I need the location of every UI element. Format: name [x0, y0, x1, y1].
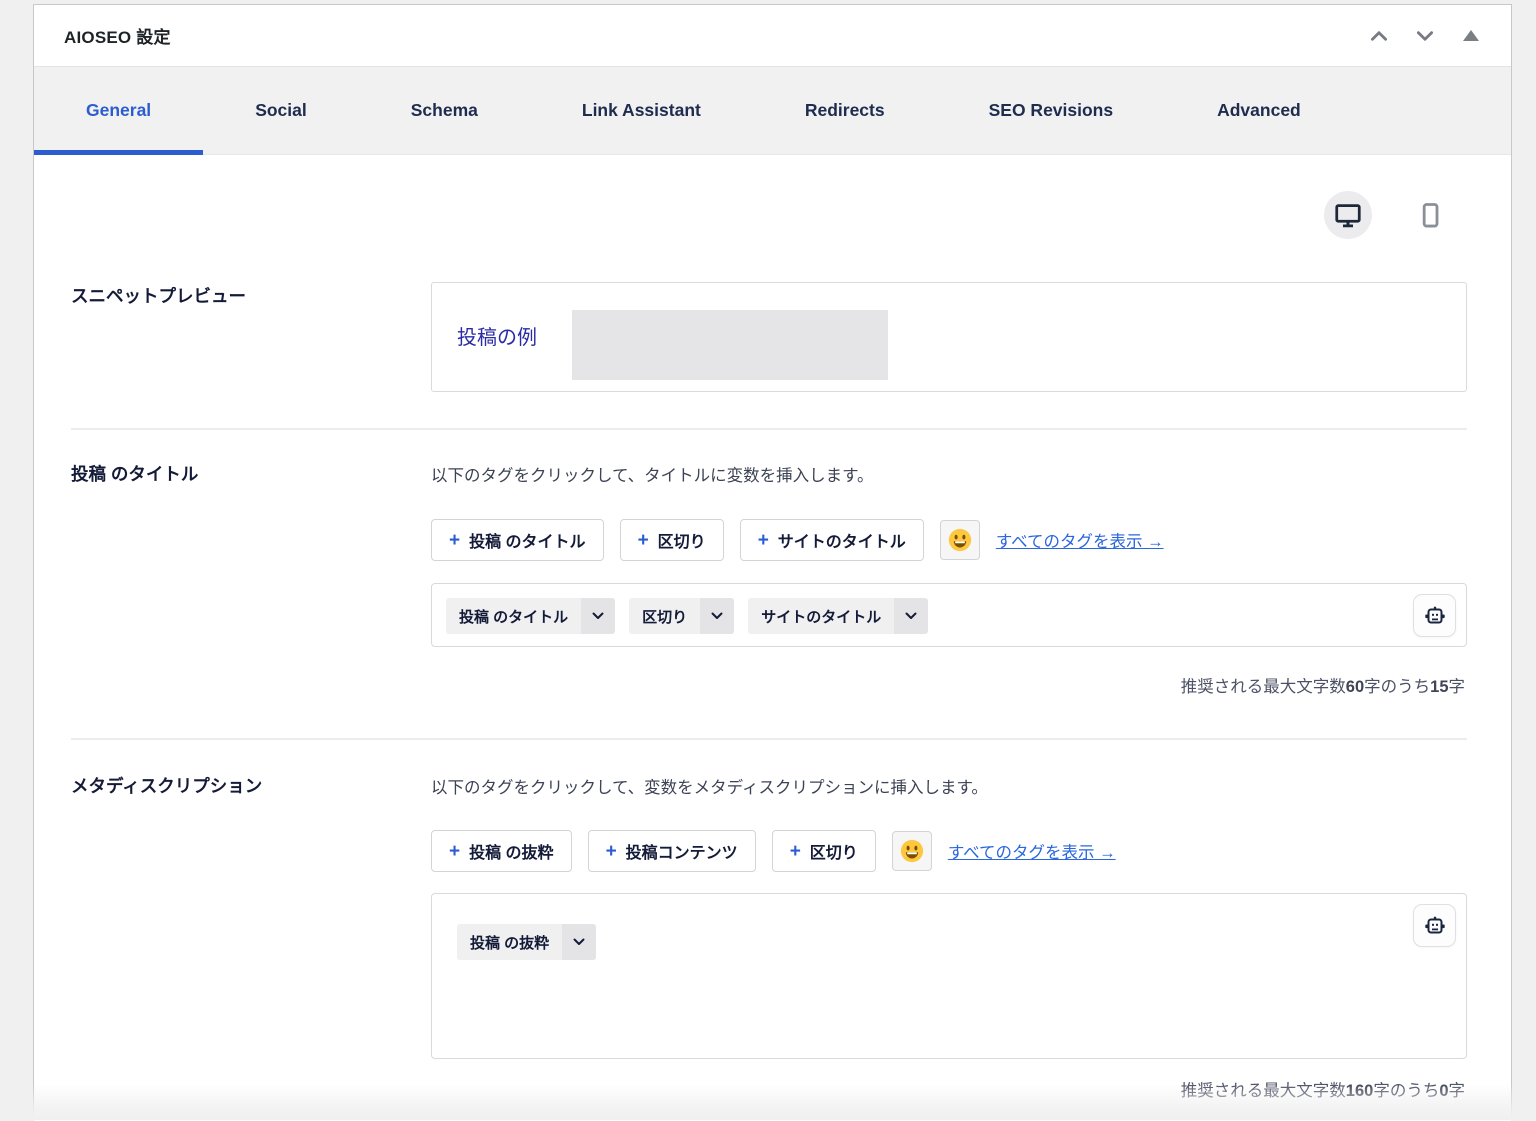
post-title-tag-buttons: + 投稿 のタイトル + 区切り + サイトのタイトル すべての: [431, 519, 1164, 561]
section-divider: [71, 428, 1467, 430]
char-count-text: 字のうち: [1373, 1082, 1439, 1100]
char-count-text: 字: [1449, 678, 1466, 696]
field-tag-label: 投稿 のタイトル: [446, 598, 581, 634]
chevron-down-icon[interactable]: [562, 924, 596, 960]
tab-advanced[interactable]: Advanced: [1165, 67, 1353, 154]
tab-label: Schema: [411, 100, 478, 121]
snippet-preview-box: 投稿の例: [431, 282, 1467, 392]
field-tag-label: 投稿 の抜粋: [457, 924, 562, 960]
current-chars-value: 0: [1439, 1082, 1448, 1100]
tab-label: General: [86, 100, 151, 121]
panel-title: AIOSEO 設定: [64, 23, 171, 48]
redacted-title-block: [572, 310, 888, 380]
post-title-label: 投稿 のタイトル: [71, 461, 198, 486]
char-count-text: 推奨される最大文字数: [1181, 678, 1346, 696]
move-up-button[interactable]: [1361, 18, 1397, 54]
tab-schema[interactable]: Schema: [359, 67, 530, 154]
settings-tabbar: General Social Schema Link Assistant Red…: [34, 67, 1511, 155]
collapse-toggle-button[interactable]: [1453, 18, 1489, 54]
robot-icon: [1423, 604, 1447, 628]
field-tag-post-title[interactable]: 投稿 のタイトル: [446, 598, 615, 634]
field-tag-separator[interactable]: 区切り: [629, 598, 734, 634]
tag-button-post-content[interactable]: + 投稿コンテンツ: [588, 830, 756, 872]
metabox-header: AIOSEO 設定: [34, 5, 1511, 67]
tag-button-site-title[interactable]: + サイトのタイトル: [740, 519, 924, 561]
char-count-text: 推奨される最大文字数: [1181, 1082, 1346, 1100]
tag-button-post-excerpt[interactable]: + 投稿 の抜粋: [431, 830, 572, 872]
post-title-input[interactable]: 投稿 のタイトル 区切り サイトのタイトル: [431, 583, 1467, 647]
plus-icon: +: [790, 842, 801, 861]
section-divider: [71, 738, 1467, 740]
aioseo-settings-metabox: AIOSEO 設定 General Social Schema Link Ass…: [33, 4, 1512, 1120]
snippet-preview-title-link: 投稿の例: [457, 321, 537, 350]
tag-button-separator[interactable]: + 区切り: [772, 830, 876, 872]
tag-button-label: 投稿 のタイトル: [469, 528, 585, 552]
tag-button-label: サイトのタイトル: [778, 528, 906, 552]
tab-label: Advanced: [1217, 100, 1301, 121]
show-all-tags-link[interactable]: すべてのタグを表示 →: [948, 839, 1116, 863]
desktop-preview-button[interactable]: [1324, 191, 1372, 239]
meta-description-textarea[interactable]: 投稿 の抜粋: [431, 893, 1467, 1059]
tag-button-label: 投稿コンテンツ: [626, 839, 738, 863]
emoji-picker-button[interactable]: [940, 520, 980, 560]
tab-label: Redirects: [805, 100, 885, 121]
field-tag-label: 区切り: [629, 598, 700, 634]
smiley-emoji-icon: [947, 527, 973, 553]
tag-button-separator[interactable]: + 区切り: [620, 519, 724, 561]
mobile-preview-button[interactable]: [1406, 191, 1454, 239]
title-field-tags: 投稿 のタイトル 区切り サイトのタイトル: [432, 584, 1466, 634]
tab-general[interactable]: General: [34, 67, 203, 154]
chevron-down-icon: [1414, 25, 1436, 47]
plus-icon: +: [449, 531, 460, 550]
show-all-tags-link[interactable]: すべてのタグを表示 →: [996, 528, 1164, 552]
robot-icon: [1423, 914, 1447, 938]
phone-icon: [1416, 200, 1444, 230]
field-tag-site-title[interactable]: サイトのタイトル: [748, 598, 928, 634]
description-field-tags: 投稿 の抜粋: [432, 894, 1466, 960]
tag-button-label: 区切り: [658, 528, 706, 552]
tab-label: Social: [255, 100, 307, 121]
plus-icon: +: [606, 842, 617, 861]
post-title-description: 以下のタグをクリックして、タイトルに変数を挿入します。: [431, 462, 874, 486]
emoji-picker-button[interactable]: [892, 831, 932, 871]
tab-link-assistant[interactable]: Link Assistant: [530, 67, 753, 154]
tag-button-post-title[interactable]: + 投稿 のタイトル: [431, 519, 604, 561]
metabox-controls: [1361, 18, 1489, 54]
plus-icon: +: [638, 531, 649, 550]
meta-description-description: 以下のタグをクリックして、変数をメタディスクリプションに挿入します。: [431, 774, 988, 798]
chevron-down-icon[interactable]: [700, 598, 734, 634]
chevron-up-icon: [1368, 25, 1390, 47]
move-down-button[interactable]: [1407, 18, 1443, 54]
field-tag-label: サイトのタイトル: [748, 598, 894, 634]
description-char-count: 推奨される最大文字数160字のうち0字: [1181, 1077, 1465, 1101]
tab-seo-revisions[interactable]: SEO Revisions: [937, 67, 1166, 154]
max-chars-value: 160: [1346, 1082, 1374, 1100]
smiley-emoji-icon: [899, 838, 925, 864]
plus-icon: +: [758, 531, 769, 550]
triangle-up-icon: [1463, 30, 1479, 41]
tab-social[interactable]: Social: [203, 67, 359, 154]
tab-redirects[interactable]: Redirects: [753, 67, 937, 154]
tab-label: SEO Revisions: [989, 100, 1114, 121]
chevron-down-icon[interactable]: [894, 598, 928, 634]
char-count-text: 字のうち: [1364, 678, 1430, 696]
field-tag-post-excerpt[interactable]: 投稿 の抜粋: [457, 924, 596, 960]
current-chars-value: 15: [1430, 678, 1448, 696]
chevron-down-icon[interactable]: [581, 598, 615, 634]
title-char-count: 推奨される最大文字数60字のうち15字: [1181, 673, 1465, 697]
general-tab-content: スニペットプレビュー 投稿の例 投稿 のタイトル 以下のタグをクリックして、タイ…: [34, 155, 1511, 1121]
snippet-preview-label: スニペットプレビュー: [71, 283, 246, 308]
ai-generate-description-button[interactable]: [1413, 904, 1456, 947]
max-chars-value: 60: [1346, 678, 1364, 696]
monitor-icon: [1333, 200, 1363, 230]
char-count-text: 字: [1449, 1082, 1466, 1100]
meta-description-tag-buttons: + 投稿 の抜粋 + 投稿コンテンツ + 区切り すべてのタグを: [431, 830, 1116, 872]
plus-icon: +: [449, 842, 460, 861]
device-preview-toggle: [1324, 191, 1454, 239]
tab-label: Link Assistant: [582, 100, 701, 121]
meta-description-label: メタディスクリプション: [71, 773, 262, 798]
ai-generate-title-button[interactable]: [1413, 594, 1456, 637]
tag-button-label: 区切り: [810, 839, 858, 863]
tag-button-label: 投稿 の抜粋: [469, 839, 553, 863]
